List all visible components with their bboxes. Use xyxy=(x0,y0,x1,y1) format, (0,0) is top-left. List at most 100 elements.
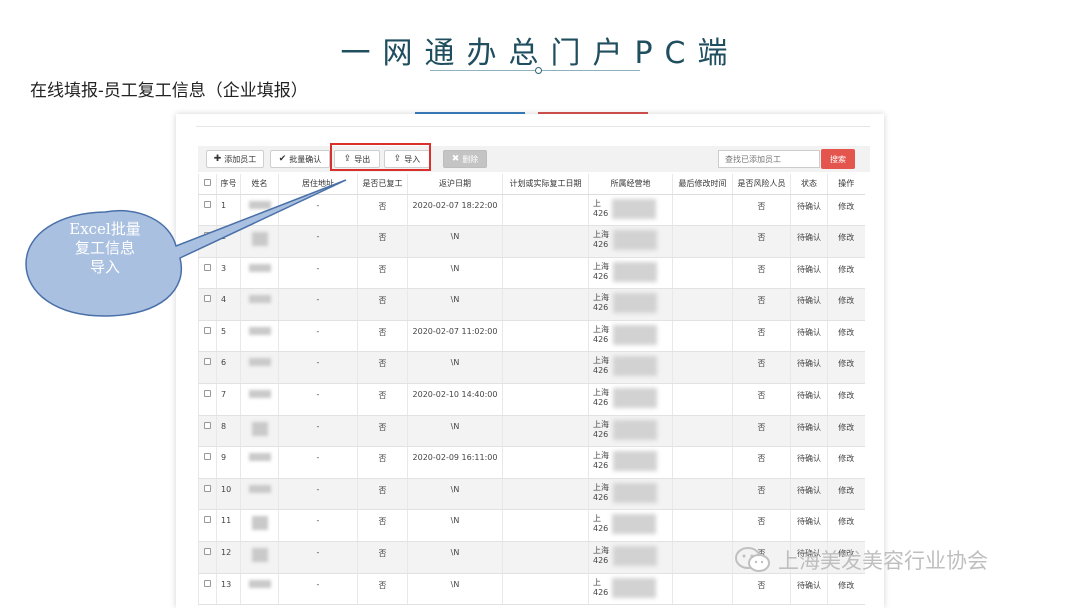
row-select-cell[interactable] xyxy=(198,415,217,448)
checkbox[interactable] xyxy=(204,453,211,461)
search-input[interactable] xyxy=(718,150,820,168)
redacted-place xyxy=(613,451,657,472)
status-link[interactable]: 待确认 xyxy=(790,225,828,258)
row-select-cell[interactable] xyxy=(198,509,217,543)
status-link[interactable]: 待确认 xyxy=(790,320,828,353)
return-date-cell: \N xyxy=(407,509,503,543)
risk-cell: 否 xyxy=(732,573,791,606)
edit-link[interactable]: 修改 xyxy=(827,573,865,606)
redacted-place xyxy=(612,514,657,535)
checkbox[interactable] xyxy=(204,232,211,240)
edit-link[interactable]: 修改 xyxy=(827,320,865,353)
row-select-cell[interactable] xyxy=(198,446,217,479)
last-modified-cell xyxy=(672,541,733,574)
table-row: 6- 否 \N 上海 426 否待确认 修改 xyxy=(198,351,865,385)
status-link[interactable]: 待确认 xyxy=(790,478,828,511)
row-select-cell[interactable] xyxy=(198,225,217,258)
status-link[interactable]: 待确认 xyxy=(790,288,828,321)
checkbox[interactable] xyxy=(204,263,211,271)
redacted-name xyxy=(251,232,268,247)
status-link[interactable]: 待确认 xyxy=(790,415,828,448)
row-select-cell[interactable] xyxy=(198,478,217,511)
edit-link[interactable]: 修改 xyxy=(827,415,865,448)
row-select-cell[interactable] xyxy=(198,257,217,290)
edit-link[interactable]: 修改 xyxy=(827,478,865,511)
delete-button[interactable]: ✖ 删除 xyxy=(443,150,487,168)
checkbox[interactable] xyxy=(204,358,211,366)
edit-link[interactable]: 修改 xyxy=(827,351,865,385)
wechat-icon xyxy=(735,547,770,572)
redacted-name xyxy=(248,326,271,335)
edit-link[interactable]: 修改 xyxy=(827,288,865,321)
row-select-cell[interactable] xyxy=(198,194,217,227)
return-date-cell: 2020-02-07 18:22:00 xyxy=(407,194,503,227)
status-link[interactable]: 待确认 xyxy=(790,351,828,385)
slide-subtitle: 在线填报-员工复工信息（企业填报） xyxy=(30,81,308,101)
row-number: 8 xyxy=(216,415,241,448)
callout-line: 导入 xyxy=(89,258,120,276)
row-select-cell[interactable] xyxy=(198,383,217,416)
address-cell: - xyxy=(278,509,358,543)
row-select-cell[interactable] xyxy=(198,541,217,574)
edit-link[interactable]: 修改 xyxy=(827,383,865,416)
row-select-cell[interactable] xyxy=(198,320,217,353)
redacted-name xyxy=(248,358,271,367)
redacted-place xyxy=(613,324,657,345)
checkbox[interactable] xyxy=(204,295,211,303)
checkbox[interactable] xyxy=(204,179,211,187)
returned-cell: 否 xyxy=(357,573,408,606)
redacted-name xyxy=(248,579,271,588)
business-place-cell: 上 426 xyxy=(588,509,673,543)
add-employee-button[interactable]: ✚ 添加员工 xyxy=(206,150,264,168)
status-link[interactable]: 待确认 xyxy=(790,257,828,290)
edit-link[interactable]: 修改 xyxy=(827,257,865,290)
plan-date-cell xyxy=(502,573,589,606)
header-cell: 所属经营地 xyxy=(588,174,673,195)
checkbox[interactable] xyxy=(204,579,211,587)
checkbox[interactable] xyxy=(204,516,211,524)
plan-date-cell xyxy=(502,541,589,574)
status-link[interactable]: 待确认 xyxy=(790,573,828,606)
plus-icon: ✚ xyxy=(213,154,222,164)
plan-date-cell xyxy=(502,415,589,448)
search-button[interactable]: 搜索 xyxy=(821,149,855,169)
checkbox[interactable] xyxy=(204,421,211,429)
risk-cell: 否 xyxy=(732,288,791,321)
checkbox[interactable] xyxy=(204,200,211,208)
edit-link[interactable]: 修改 xyxy=(827,446,865,479)
status-link[interactable]: 待确认 xyxy=(790,509,828,543)
add-employee-label: 添加员工 xyxy=(224,154,257,164)
checkbox[interactable] xyxy=(204,484,211,492)
return-date-cell: 2020-02-10 14:40:00 xyxy=(407,383,503,416)
status-link[interactable]: 待确认 xyxy=(790,383,828,416)
edit-link[interactable]: 修改 xyxy=(827,225,865,258)
business-place-cell: 上 426 xyxy=(588,194,673,227)
row-number: 9 xyxy=(216,446,241,479)
risk-cell: 否 xyxy=(732,257,791,290)
edit-link[interactable]: 修改 xyxy=(827,509,865,543)
row-number: 13 xyxy=(216,573,241,606)
status-link[interactable]: 待确认 xyxy=(790,194,828,227)
risk-cell: 否 xyxy=(732,415,791,448)
redacted-name xyxy=(248,453,271,462)
business-place-cell: 上海 426 xyxy=(588,320,673,353)
batch-confirm-button[interactable]: ✔ 批量确认 xyxy=(270,150,330,168)
row-select-cell[interactable] xyxy=(198,573,217,606)
close-icon: ✖ xyxy=(451,154,460,164)
edit-link[interactable]: 修改 xyxy=(827,194,865,227)
header-select-all[interactable] xyxy=(198,174,217,195)
plan-date-cell xyxy=(502,478,589,511)
checkbox[interactable] xyxy=(204,548,211,556)
row-select-cell[interactable] xyxy=(198,351,217,385)
business-place-cell: 上海 426 xyxy=(588,257,673,290)
watermark-text: 上海美发美容行业协会 xyxy=(778,549,988,573)
redacted-place xyxy=(612,198,657,219)
row-select-cell[interactable] xyxy=(198,288,217,321)
checkbox[interactable] xyxy=(204,390,211,398)
checkbox[interactable] xyxy=(204,326,211,334)
name-cell xyxy=(240,415,279,448)
status-link[interactable]: 待确认 xyxy=(790,446,828,479)
address-cell: - xyxy=(278,541,358,574)
row-number: 2 xyxy=(216,225,241,258)
toolbar: ✚ 添加员工 ✔ 批量确认 ⇪ 导出 ⇪ 导入 ✖ 删除 搜索 xyxy=(198,146,870,172)
